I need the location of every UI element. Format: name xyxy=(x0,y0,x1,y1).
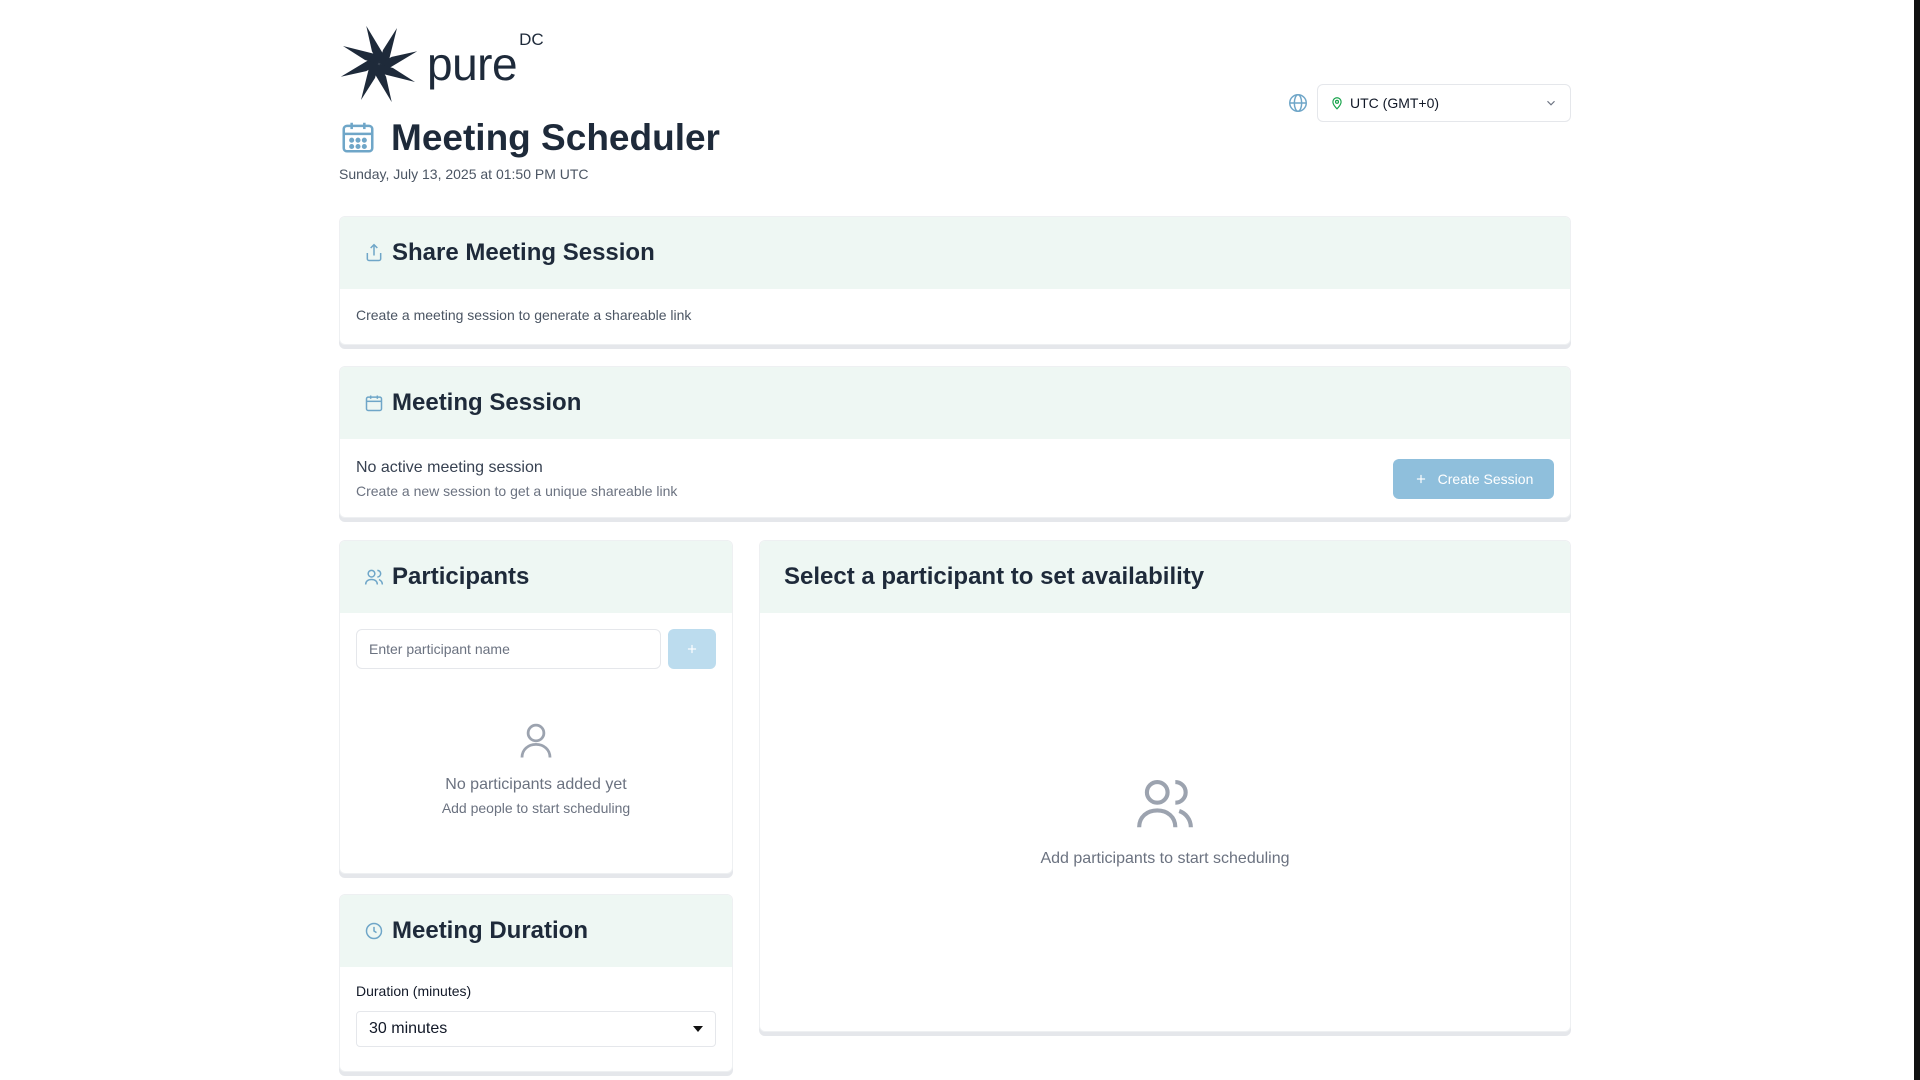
availability-card: Select a participant to set availability… xyxy=(759,540,1571,1032)
brand-suffix: DC xyxy=(519,30,544,49)
meeting-session-title: Meeting Session xyxy=(392,389,582,416)
duration-title: Meeting Duration xyxy=(392,917,588,944)
participants-empty-hint: Add people to start scheduling xyxy=(441,800,631,816)
availability-header: Select a participant to set availability xyxy=(760,541,1570,613)
duration-header: Meeting Duration xyxy=(340,895,732,967)
participants-empty-title: No participants added yet xyxy=(445,776,627,793)
timezone-picker: UTC (GMT+0) xyxy=(1287,84,1571,122)
timezone-select[interactable]: UTC (GMT+0) xyxy=(1317,84,1571,122)
share-icon xyxy=(366,243,382,262)
participants-empty-state: No participants added yet Add people to … xyxy=(356,719,716,816)
clock-icon xyxy=(365,922,383,940)
brand-logo[interactable]: pure DC xyxy=(339,24,544,104)
availability-empty-text: Add participants to start scheduling xyxy=(1040,850,1290,867)
session-status: No active meeting session xyxy=(356,459,543,476)
duration-label: Duration (minutes) xyxy=(356,983,472,999)
share-session-header: Share Meeting Session xyxy=(340,217,1570,289)
availability-empty-state: Add participants to start scheduling xyxy=(776,773,1554,868)
map-pin-icon xyxy=(1332,97,1342,110)
session-hint: Create a new session to get a unique sha… xyxy=(356,483,678,499)
participants-card: Participants No participants added yet A… xyxy=(339,540,733,874)
timezone-value: UTC (GMT+0) xyxy=(1350,95,1440,111)
header-top: pure DC UTC (GMT+0) xyxy=(339,24,1571,122)
page: pure DC UTC (GMT+0) Meeting Scheduler Su… xyxy=(0,0,1920,1080)
scrollbar[interactable] xyxy=(1914,0,1920,1080)
title-row: Meeting Scheduler xyxy=(339,118,1571,156)
participants-body: No participants added yet Add people to … xyxy=(340,613,732,873)
share-session-description: Create a meeting session to generate a s… xyxy=(356,307,692,323)
pinwheel-logo-icon xyxy=(340,25,418,103)
availability-title: Select a participant to set availability xyxy=(784,563,1205,590)
current-datetime: Sunday, July 13, 2025 at 01:50 PM UTC xyxy=(339,166,589,182)
participant-name-input[interactable] xyxy=(356,629,661,669)
plus-icon xyxy=(1416,474,1425,484)
caret-down-icon xyxy=(693,1026,703,1032)
user-icon xyxy=(520,723,552,758)
meeting-session-card: Meeting Session No active meeting sessio… xyxy=(339,366,1571,518)
duration-value: 30 minutes xyxy=(369,1020,448,1037)
plus-icon xyxy=(687,644,697,654)
create-session-button[interactable]: Create Session xyxy=(1393,459,1554,499)
share-session-title: Share Meeting Session xyxy=(392,239,655,266)
participants-header: Participants xyxy=(340,541,732,613)
chevron-down-icon xyxy=(1547,100,1555,106)
duration-select[interactable]: 30 minutes xyxy=(356,1011,716,1047)
duration-card: Meeting Duration Duration (minutes) 30 m… xyxy=(339,894,733,1072)
globe-icon xyxy=(1289,94,1307,112)
main-container: pure DC UTC (GMT+0) Meeting Scheduler Su… xyxy=(339,24,1571,182)
share-session-card: Share Meeting Session Create a meeting s… xyxy=(339,216,1571,345)
add-participant-button[interactable] xyxy=(668,629,716,669)
meeting-session-body: No active meeting session Create a new s… xyxy=(340,439,1570,517)
meeting-session-header: Meeting Session xyxy=(340,367,1570,439)
availability-body: Add participants to start scheduling xyxy=(760,613,1570,1031)
page-title: Meeting Scheduler xyxy=(391,116,720,158)
share-session-body: Create a meeting session to generate a s… xyxy=(340,289,1570,339)
participants-title: Participants xyxy=(392,563,530,590)
create-session-label: Create Session xyxy=(1437,471,1534,487)
calendar-icon xyxy=(365,395,383,412)
brand-name: pure xyxy=(427,38,518,90)
users-icon xyxy=(364,569,384,585)
calendar-icon xyxy=(342,122,374,153)
users-icon xyxy=(1137,779,1193,828)
duration-body: Duration (minutes) 30 minutes xyxy=(340,967,732,1063)
